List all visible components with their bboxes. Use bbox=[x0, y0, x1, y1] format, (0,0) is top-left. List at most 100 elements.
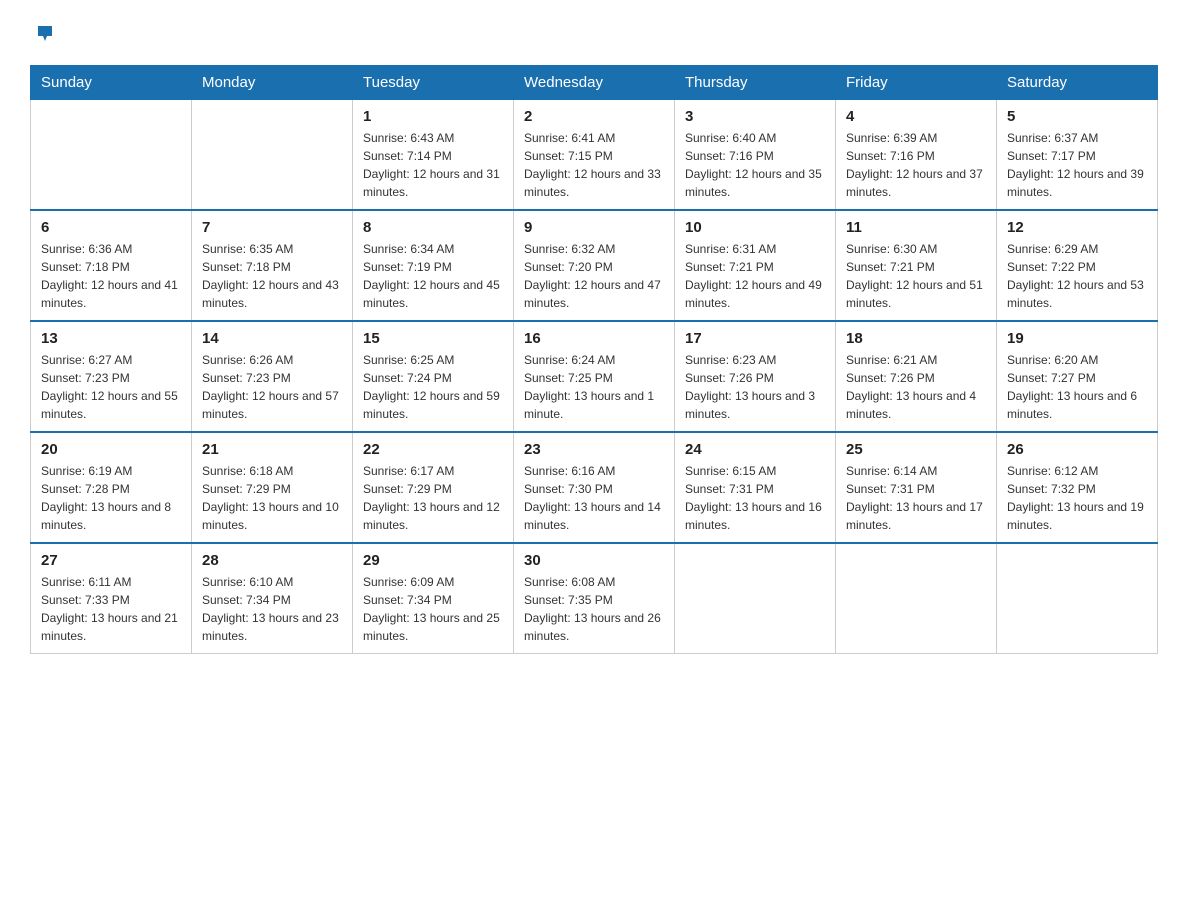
day-number: 24 bbox=[685, 441, 825, 458]
calendar-cell: 7 Sunrise: 6:35 AMSunset: 7:18 PMDaylight… bbox=[192, 210, 353, 321]
day-number: 28 bbox=[202, 552, 342, 569]
calendar-cell: 21 Sunrise: 6:18 AMSunset: 7:29 PMDayligh… bbox=[192, 432, 353, 543]
day-sun-info: Sunrise: 6:39 AMSunset: 7:16 PMDaylight:… bbox=[846, 129, 986, 201]
day-sun-info: Sunrise: 6:40 AMSunset: 7:16 PMDaylight:… bbox=[685, 129, 825, 201]
calendar-cell bbox=[192, 100, 353, 211]
calendar-cell bbox=[31, 100, 192, 211]
day-sun-info: Sunrise: 6:32 AMSunset: 7:20 PMDaylight:… bbox=[524, 240, 664, 312]
calendar-cell: 17Sunrise: 6:23 AMSunset: 7:26 PMDayligh… bbox=[675, 321, 836, 432]
logo bbox=[30, 20, 56, 45]
day-sun-info: Sunrise: 6:14 AMSunset: 7:31 PMDaylight:… bbox=[846, 462, 986, 534]
calendar-cell bbox=[675, 543, 836, 654]
day-sun-info: Sunrise: 6:36 AMSunset: 7:18 PMDaylight:… bbox=[41, 240, 181, 312]
calendar-cell: 10 Sunrise: 6:31 AMSunset: 7:21 PMDayligh… bbox=[675, 210, 836, 321]
day-number: 2 bbox=[524, 108, 664, 125]
day-sun-info: Sunrise: 6:31 AMSunset: 7:21 PMDaylight:… bbox=[685, 240, 825, 312]
calendar-cell bbox=[836, 543, 997, 654]
calendar-week-row: 20 Sunrise: 6:19 AMSunset: 7:28 PMDayligh… bbox=[31, 432, 1158, 543]
day-number: 7 bbox=[202, 219, 342, 236]
day-number: 18 bbox=[846, 330, 986, 347]
calendar-week-row: 27 Sunrise: 6:11 AMSunset: 7:33 PMDayligh… bbox=[31, 543, 1158, 654]
day-number: 20 bbox=[41, 441, 181, 458]
day-sun-info: Sunrise: 6:18 AMSunset: 7:29 PMDaylight:… bbox=[202, 462, 342, 534]
calendar-week-row: 6 Sunrise: 6:36 AMSunset: 7:18 PMDaylight… bbox=[31, 210, 1158, 321]
day-number: 19 bbox=[1007, 330, 1147, 347]
col-header-thursday: Thursday bbox=[675, 66, 836, 100]
calendar-cell: 14 Sunrise: 6:26 AMSunset: 7:23 PMDayligh… bbox=[192, 321, 353, 432]
day-number: 15 bbox=[363, 330, 503, 347]
page-header bbox=[30, 20, 1158, 45]
calendar-cell: 9 Sunrise: 6:32 AMSunset: 7:20 PMDaylight… bbox=[514, 210, 675, 321]
day-number: 6 bbox=[41, 219, 181, 236]
calendar-cell: 29 Sunrise: 6:09 AMSunset: 7:34 PMDayligh… bbox=[353, 543, 514, 654]
calendar-cell: 18Sunrise: 6:21 AMSunset: 7:26 PMDayligh… bbox=[836, 321, 997, 432]
day-number: 9 bbox=[524, 219, 664, 236]
calendar-cell: 23 Sunrise: 6:16 AMSunset: 7:30 PMDayligh… bbox=[514, 432, 675, 543]
day-sun-info: Sunrise: 6:41 AMSunset: 7:15 PMDaylight:… bbox=[524, 129, 664, 201]
day-sun-info: Sunrise: 6:24 AMSunset: 7:25 PMDaylight:… bbox=[524, 351, 664, 423]
day-number: 8 bbox=[363, 219, 503, 236]
calendar-cell: 5 Sunrise: 6:37 AMSunset: 7:17 PMDaylight… bbox=[997, 100, 1158, 211]
calendar-cell: 16 Sunrise: 6:24 AMSunset: 7:25 PMDayligh… bbox=[514, 321, 675, 432]
calendar-cell: 28 Sunrise: 6:10 AMSunset: 7:34 PMDayligh… bbox=[192, 543, 353, 654]
day-sun-info: Sunrise: 6:20 AMSunset: 7:27 PMDaylight:… bbox=[1007, 351, 1147, 423]
calendar-week-row: 1 Sunrise: 6:43 AMSunset: 7:14 PMDaylight… bbox=[31, 100, 1158, 211]
day-sun-info: Sunrise: 6:26 AMSunset: 7:23 PMDaylight:… bbox=[202, 351, 342, 423]
day-sun-info: Sunrise: 6:25 AMSunset: 7:24 PMDaylight:… bbox=[363, 351, 503, 423]
calendar-cell: 20 Sunrise: 6:19 AMSunset: 7:28 PMDayligh… bbox=[31, 432, 192, 543]
day-number: 10 bbox=[685, 219, 825, 236]
day-sun-info: Sunrise: 6:10 AMSunset: 7:34 PMDaylight:… bbox=[202, 573, 342, 645]
day-number: 12 bbox=[1007, 219, 1147, 236]
day-sun-info: Sunrise: 6:43 AMSunset: 7:14 PMDaylight:… bbox=[363, 129, 503, 201]
day-number: 30 bbox=[524, 552, 664, 569]
day-number: 23 bbox=[524, 441, 664, 458]
day-number: 21 bbox=[202, 441, 342, 458]
calendar-cell: 25 Sunrise: 6:14 AMSunset: 7:31 PMDayligh… bbox=[836, 432, 997, 543]
day-number: 13 bbox=[41, 330, 181, 347]
calendar-cell: 13 Sunrise: 6:27 AMSunset: 7:23 PMDayligh… bbox=[31, 321, 192, 432]
day-number: 25 bbox=[846, 441, 986, 458]
calendar-week-row: 13 Sunrise: 6:27 AMSunset: 7:23 PMDayligh… bbox=[31, 321, 1158, 432]
day-sun-info: Sunrise: 6:17 AMSunset: 7:29 PMDaylight:… bbox=[363, 462, 503, 534]
calendar-table: SundayMondayTuesdayWednesdayThursdayFrid… bbox=[30, 65, 1158, 654]
day-sun-info: Sunrise: 6:12 AMSunset: 7:32 PMDaylight:… bbox=[1007, 462, 1147, 534]
day-number: 29 bbox=[363, 552, 503, 569]
day-sun-info: Sunrise: 6:37 AMSunset: 7:17 PMDaylight:… bbox=[1007, 129, 1147, 201]
calendar-cell bbox=[997, 543, 1158, 654]
calendar-cell: 24 Sunrise: 6:15 AMSunset: 7:31 PMDayligh… bbox=[675, 432, 836, 543]
day-number: 1 bbox=[363, 108, 503, 125]
day-number: 11 bbox=[846, 219, 986, 236]
logo-arrow-icon bbox=[34, 22, 56, 49]
col-header-friday: Friday bbox=[836, 66, 997, 100]
calendar-cell: 8 Sunrise: 6:34 AMSunset: 7:19 PMDaylight… bbox=[353, 210, 514, 321]
day-number: 4 bbox=[846, 108, 986, 125]
calendar-cell: 26 Sunrise: 6:12 AMSunset: 7:32 PMDayligh… bbox=[997, 432, 1158, 543]
day-number: 5 bbox=[1007, 108, 1147, 125]
day-number: 16 bbox=[524, 330, 664, 347]
day-number: 26 bbox=[1007, 441, 1147, 458]
day-sun-info: Sunrise: 6:23 AMSunset: 7:26 PMDaylight:… bbox=[685, 351, 825, 423]
calendar-cell: 15 Sunrise: 6:25 AMSunset: 7:24 PMDayligh… bbox=[353, 321, 514, 432]
calendar-cell: 6 Sunrise: 6:36 AMSunset: 7:18 PMDaylight… bbox=[31, 210, 192, 321]
calendar-cell: 22 Sunrise: 6:17 AMSunset: 7:29 PMDayligh… bbox=[353, 432, 514, 543]
day-sun-info: Sunrise: 6:11 AMSunset: 7:33 PMDaylight:… bbox=[41, 573, 181, 645]
day-sun-info: Sunrise: 6:35 AMSunset: 7:18 PMDaylight:… bbox=[202, 240, 342, 312]
day-number: 3 bbox=[685, 108, 825, 125]
col-header-tuesday: Tuesday bbox=[353, 66, 514, 100]
day-number: 22 bbox=[363, 441, 503, 458]
calendar-cell: 19 Sunrise: 6:20 AMSunset: 7:27 PMDayligh… bbox=[997, 321, 1158, 432]
col-header-saturday: Saturday bbox=[997, 66, 1158, 100]
day-sun-info: Sunrise: 6:19 AMSunset: 7:28 PMDaylight:… bbox=[41, 462, 181, 534]
day-sun-info: Sunrise: 6:16 AMSunset: 7:30 PMDaylight:… bbox=[524, 462, 664, 534]
day-sun-info: Sunrise: 6:08 AMSunset: 7:35 PMDaylight:… bbox=[524, 573, 664, 645]
day-sun-info: Sunrise: 6:15 AMSunset: 7:31 PMDaylight:… bbox=[685, 462, 825, 534]
day-sun-info: Sunrise: 6:34 AMSunset: 7:19 PMDaylight:… bbox=[363, 240, 503, 312]
calendar-cell: 3 Sunrise: 6:40 AMSunset: 7:16 PMDaylight… bbox=[675, 100, 836, 211]
day-number: 14 bbox=[202, 330, 342, 347]
calendar-header-row: SundayMondayTuesdayWednesdayThursdayFrid… bbox=[31, 66, 1158, 100]
day-sun-info: Sunrise: 6:09 AMSunset: 7:34 PMDaylight:… bbox=[363, 573, 503, 645]
col-header-sunday: Sunday bbox=[31, 66, 192, 100]
day-number: 27 bbox=[41, 552, 181, 569]
day-sun-info: Sunrise: 6:27 AMSunset: 7:23 PMDaylight:… bbox=[41, 351, 181, 423]
calendar-cell: 30 Sunrise: 6:08 AMSunset: 7:35 PMDayligh… bbox=[514, 543, 675, 654]
